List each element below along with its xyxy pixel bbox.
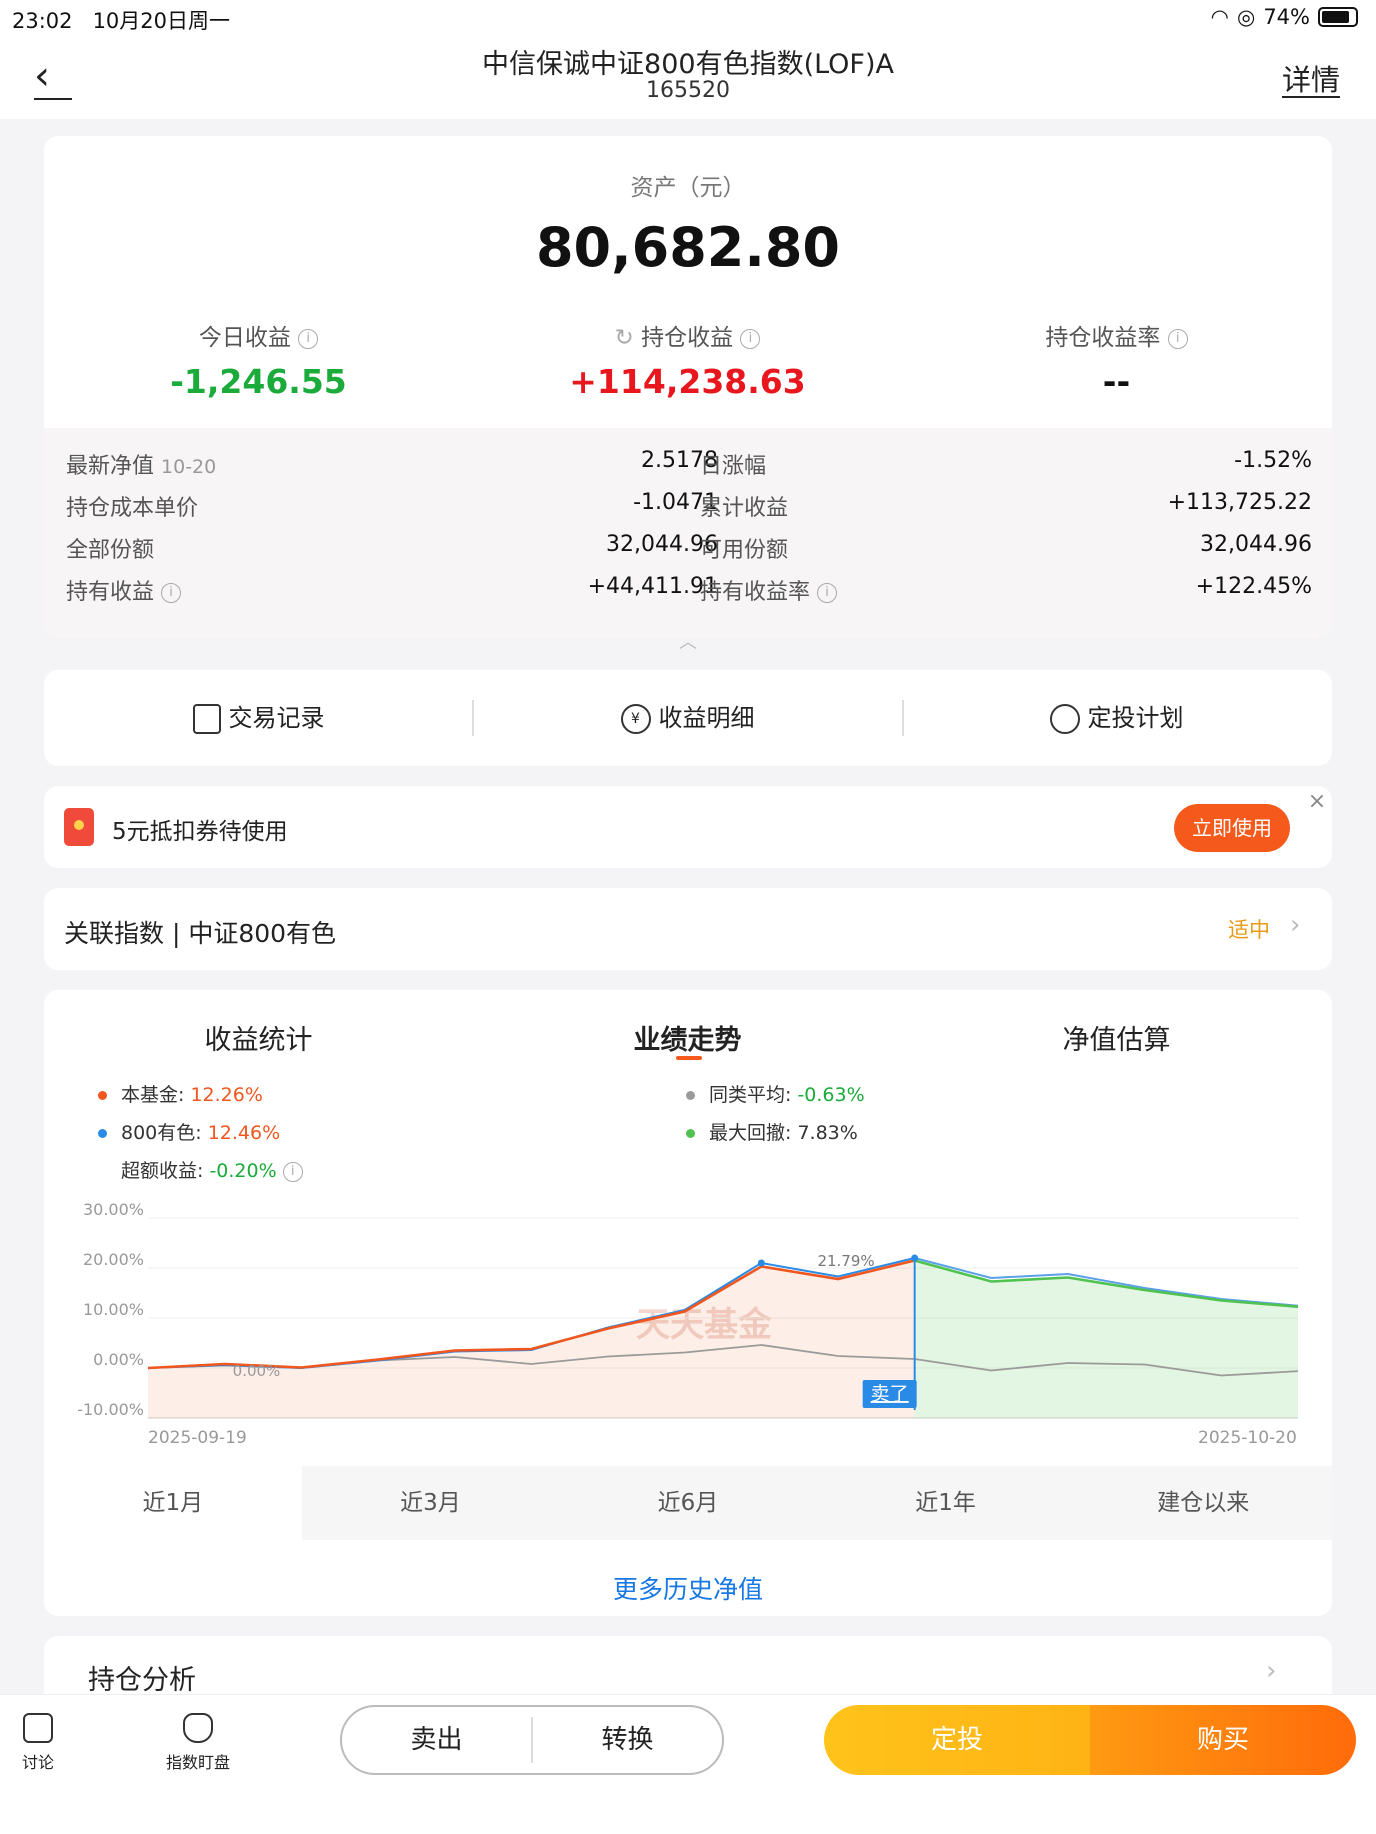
chevron-right-icon: › (1266, 1656, 1277, 1686)
detail-value: 32,044.96 (1200, 532, 1312, 557)
detail-label: 持仓成本单价 (66, 496, 199, 521)
detail-label: 累计收益 (700, 496, 789, 521)
range-6m[interactable]: 近6月 (559, 1466, 817, 1540)
x-end-label: 2025-10-20 (1198, 1428, 1297, 1448)
use-now-button[interactable]: 立即使用 (1174, 804, 1290, 852)
detail-value: -1.0471 (633, 490, 718, 515)
range-1m[interactable]: 近1月 (44, 1466, 302, 1540)
kpi-rate: 持仓收益率 i -- (902, 318, 1331, 401)
rate-label: 持仓收益率 (1045, 325, 1161, 351)
switch-button[interactable]: 转换 (533, 1707, 722, 1773)
sell-dot (911, 1254, 919, 1262)
detail-label: 日涨幅 (700, 454, 767, 479)
trade-record-button[interactable]: 交易记录 (44, 698, 473, 734)
detail-label: 持有收益 i (66, 574, 182, 606)
yen-icon: ¥ (620, 704, 651, 734)
clock-icon (1049, 704, 1080, 734)
valuation-badge: 适中 (1228, 918, 1270, 942)
detail-value: 2.5178 (641, 448, 718, 473)
detail-value: 32,044.96 (606, 532, 718, 557)
index-monitor-button[interactable]: 指数盯盘 (160, 1713, 236, 1773)
rate-value: -- (1102, 362, 1131, 401)
hold-label: 持仓收益 (641, 325, 734, 351)
fixed-plan-button[interactable]: 定投计划 (902, 698, 1331, 734)
today-label: 今日收益 (198, 325, 291, 351)
range-selector: 近1月 近3月 近6月 近1年 建仓以来 (44, 1466, 1332, 1540)
x-start-label: 2025-09-19 (148, 1428, 247, 1448)
sell-button[interactable]: 卖出 (342, 1707, 531, 1773)
more-history-link[interactable]: 更多历史净值 (44, 1570, 1332, 1606)
detail-value: -1.52% (1234, 448, 1312, 473)
performance-card: 收益统计 业绩走势 净值估算 本基金: 12.26% 800有色: 12.46%… (44, 990, 1332, 1616)
status-bar: 23:02 10月20日周一 ◠ ◎ 74% (0, 0, 1376, 34)
nav-header: ‹ 中信保诚中证800有色指数(LOF)A 165520 详情 (0, 34, 1376, 119)
peak-dot (757, 1259, 765, 1267)
kpi-hold: ↻ 持仓收益 i +114,238.63 (473, 318, 902, 401)
buy-group: 定投 购买 (824, 1705, 1356, 1775)
close-icon[interactable]: × (1302, 788, 1332, 818)
today-value: -1,246.55 (170, 362, 347, 401)
coupon-text: 5元抵扣券待使用 (112, 819, 288, 845)
hold-value: +114,238.63 (569, 362, 806, 401)
status-right: ◠ ◎ 74% (1211, 5, 1358, 29)
bottom-bar: 讨论 指数盯盘 卖出 转换 定投 购买 (0, 1694, 1376, 1834)
detail-value: +113,725.22 (1167, 490, 1312, 515)
kpi-today: 今日收益 i -1,246.55 (44, 318, 473, 401)
battery-icon (1318, 7, 1358, 27)
discuss-label: 讨论 (21, 1753, 54, 1772)
shield-icon (183, 1713, 213, 1743)
performance-chart[interactable]: 天天基金 21.79%0.00%卖了 (44, 990, 1332, 1466)
chat-icon (23, 1713, 53, 1743)
info-icon[interactable]: i (740, 328, 761, 349)
detail-label: 可用份额 (700, 538, 789, 563)
info-icon[interactable]: i (817, 583, 838, 603)
related-index-text: 关联指数 | 中证800有色 (64, 919, 337, 948)
holding-analysis-title: 持仓分析 (88, 1665, 196, 1696)
range-3m[interactable]: 近3月 (302, 1466, 560, 1540)
detail-label: 最新净值 10-20 (66, 454, 217, 479)
peak-label: 21.79% (817, 1252, 874, 1270)
fund-area (148, 1260, 915, 1418)
fixed-invest-button[interactable]: 定投 (824, 1705, 1090, 1775)
battery-level: 74% (1263, 5, 1310, 29)
monitor-label: 指数盯盘 (165, 1753, 230, 1772)
page-title: 中信保诚中证800有色指数(LOF)A (482, 49, 894, 80)
info-icon[interactable]: i (161, 583, 182, 603)
refresh-icon[interactable]: ↻ (615, 325, 634, 351)
range-1y[interactable]: 近1年 (817, 1466, 1075, 1540)
fund-code: 165520 (646, 78, 730, 103)
actions-card: 交易记录 ¥ 收益明细 定投计划 (44, 670, 1332, 766)
info-icon[interactable]: i (1167, 328, 1188, 349)
status-time: 23:02 10月20日周一 (12, 9, 231, 33)
detail-link[interactable]: 详情 (1281, 64, 1340, 98)
detail-value: +122.45% (1195, 574, 1312, 599)
buy-button[interactable]: 购买 (1090, 1705, 1356, 1775)
detail-value: +44,411.91 (587, 574, 718, 599)
wifi-icon: ◠ (1210, 5, 1229, 29)
start-label: 0.00% (233, 1362, 281, 1380)
location-icon: ◎ (1236, 5, 1256, 29)
sell-tag-label: 卖了 (871, 1383, 909, 1405)
sell-switch-group: 卖出 转换 (340, 1705, 724, 1775)
red-packet-icon (64, 808, 94, 846)
detail-label: 全部份额 (66, 538, 155, 563)
asset-card: 资产（元） 80,682.80 今日收益 i -1,246.55 ↻ 持仓收益 … (44, 136, 1332, 638)
asset-value: 80,682.80 (535, 216, 841, 279)
profit-detail-button[interactable]: ¥ 收益明细 (473, 698, 902, 734)
discuss-button[interactable]: 讨论 (18, 1713, 58, 1773)
asset-label: 资产（元） (630, 175, 746, 201)
related-index-row[interactable]: 关联指数 | 中证800有色 适中 › (44, 888, 1332, 970)
detail-label: 持有收益率 i (700, 574, 838, 606)
range-since-start[interactable]: 建仓以来 (1074, 1466, 1332, 1540)
coupon-banner: 5元抵扣券待使用 立即使用 × (44, 786, 1332, 868)
detail-area: 最新净值 10-20 2.5178 日涨幅 -1.52% 持仓成本单价 -1.0… (44, 428, 1332, 638)
collapse-icon[interactable]: ︿ (0, 628, 1376, 654)
document-icon (192, 704, 221, 734)
info-icon[interactable]: i (298, 328, 319, 349)
chevron-right-icon: › (1290, 910, 1301, 940)
